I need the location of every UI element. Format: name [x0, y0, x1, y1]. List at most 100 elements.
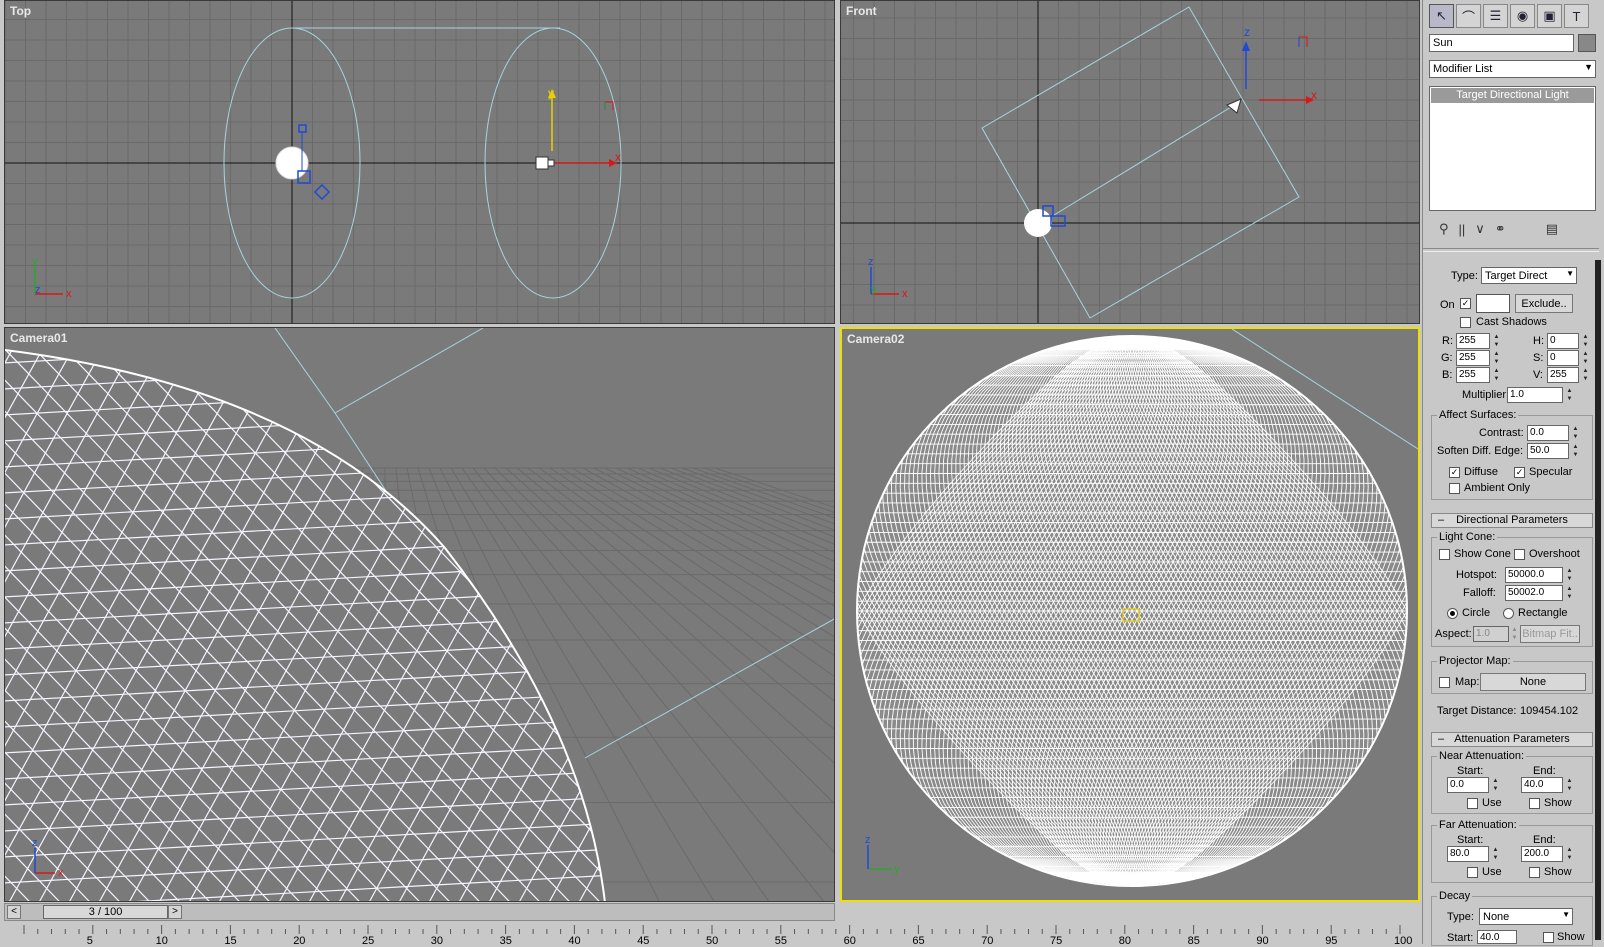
- viewport-label-top[interactable]: Top: [10, 4, 31, 18]
- display-tab[interactable]: ▣: [1537, 4, 1562, 28]
- modifier-stack[interactable]: Target Directional Light: [1429, 86, 1596, 211]
- spinner-arrows-icon[interactable]: ▲ ▼: [1565, 846, 1574, 862]
- configure-sets-icon[interactable]: ▤: [1546, 221, 1558, 237]
- viewport-top[interactable]: Top y x x y z: [4, 0, 835, 324]
- hierarchy-tab[interactable]: ☰: [1483, 4, 1508, 28]
- attenuation-params-rollout[interactable]: – Attenuation Parameters: [1431, 732, 1593, 747]
- ambient-only-checkbox[interactable]: [1449, 483, 1460, 494]
- rectangle-radio[interactable]: [1503, 608, 1514, 619]
- far-start-label: Start:: [1457, 834, 1484, 846]
- decay-title: Decay: [1437, 890, 1473, 902]
- spinner-arrows-icon[interactable]: ▲ ▼: [1565, 585, 1574, 601]
- viewport-camera02[interactable]: Camera02 y z: [840, 327, 1420, 902]
- contrast-spinner[interactable]: 0.0: [1527, 425, 1569, 441]
- h-spinner[interactable]: 0: [1547, 333, 1579, 349]
- v-spinner[interactable]: 255: [1547, 367, 1579, 383]
- viewport-label-camera01[interactable]: Camera01: [10, 331, 67, 345]
- overshoot-checkbox[interactable]: [1514, 549, 1525, 560]
- exclude-button[interactable]: Exclude..: [1515, 294, 1573, 313]
- far-use-checkbox[interactable]: [1467, 867, 1478, 878]
- bitmap-fit-button[interactable]: Bitmap Fit..: [1520, 625, 1580, 643]
- multiplier-spinner[interactable]: 1.0: [1507, 387, 1563, 403]
- falloff-spinner[interactable]: 50002.0: [1505, 585, 1563, 601]
- spinner-arrows-icon[interactable]: ▲ ▼: [1581, 333, 1590, 349]
- spinner-arrows-icon[interactable]: ▲ ▼: [1565, 387, 1574, 403]
- r-spinner[interactable]: 255: [1456, 333, 1490, 349]
- motion-tab[interactable]: ◉: [1510, 4, 1535, 28]
- specular-checkbox[interactable]: ✓: [1514, 467, 1525, 478]
- spinner-arrows-icon[interactable]: ▲ ▼: [1571, 443, 1580, 459]
- near-end-spinner[interactable]: 40.0: [1521, 777, 1563, 793]
- panel-scrollbar[interactable]: [1595, 260, 1601, 940]
- camera-target-icon[interactable]: [535, 156, 549, 170]
- spinner-arrows-icon[interactable]: ▲ ▼: [1571, 425, 1580, 441]
- g-label: G:: [1441, 352, 1453, 364]
- light-cone-title: Light Cone:: [1437, 531, 1498, 543]
- collapse-icon: –: [1438, 514, 1445, 526]
- modifier-list-dropdown[interactable]: Modifier List ▼: [1429, 60, 1596, 78]
- light-target-icon[interactable]: [1226, 98, 1242, 114]
- spinner-arrows-icon[interactable]: ▲ ▼: [1510, 626, 1519, 642]
- light-color-swatch[interactable]: [1476, 294, 1510, 313]
- r-label: R:: [1442, 335, 1453, 347]
- viewport-front[interactable]: Front z x x z y: [840, 0, 1420, 324]
- directional-params-rollout[interactable]: – Directional Parameters: [1431, 513, 1593, 528]
- spinner-arrows-icon[interactable]: ▲ ▼: [1491, 846, 1500, 862]
- s-spinner[interactable]: 0: [1547, 350, 1579, 366]
- projector-map-button[interactable]: None: [1480, 673, 1586, 691]
- decay-show-checkbox[interactable]: [1543, 932, 1554, 943]
- svg-text:z: z: [1244, 25, 1250, 39]
- decay-start-spinner[interactable]: 40.0: [1477, 930, 1517, 944]
- light-on-checkbox[interactable]: ✓: [1460, 298, 1471, 309]
- spinner-arrows-icon[interactable]: ▲ ▼: [1581, 350, 1590, 366]
- light-type-dropdown[interactable]: Target Direct ▼: [1481, 267, 1577, 284]
- near-start-label: Start:: [1457, 765, 1484, 777]
- near-start-spinner[interactable]: 0.0: [1447, 777, 1489, 793]
- create-tab[interactable]: ↖: [1429, 4, 1454, 28]
- sun-sphere-front[interactable]: [1024, 209, 1052, 237]
- object-color-swatch[interactable]: [1578, 34, 1596, 52]
- svg-text:y: y: [871, 284, 877, 296]
- spinner-arrows-icon[interactable]: ▲ ▼: [1491, 777, 1500, 793]
- far-end-spinner[interactable]: 200.0: [1521, 846, 1563, 862]
- b-spinner[interactable]: 255: [1456, 367, 1490, 383]
- spinner-arrows-icon[interactable]: ▲ ▼: [1492, 350, 1501, 366]
- object-name-field[interactable]: Sun: [1429, 34, 1574, 52]
- make-unique-icon[interactable]: ∨: [1475, 221, 1485, 237]
- spinner-arrows-icon[interactable]: ▲ ▼: [1492, 367, 1501, 383]
- near-show-checkbox[interactable]: [1529, 798, 1540, 809]
- spinner-arrows-icon[interactable]: ▲ ▼: [1565, 567, 1574, 583]
- aspect-spinner[interactable]: 1.0: [1473, 626, 1509, 642]
- hotspot-spinner[interactable]: 50000.0: [1505, 567, 1563, 583]
- far-show-checkbox[interactable]: [1529, 867, 1540, 878]
- h-label: H:: [1533, 335, 1544, 347]
- diffuse-checkbox[interactable]: ✓: [1449, 467, 1460, 478]
- stack-item-target-directional-light[interactable]: Target Directional Light: [1431, 88, 1594, 103]
- spinner-arrows-icon[interactable]: ▲ ▼: [1492, 333, 1501, 349]
- pin-stack-icon[interactable]: ⚲: [1439, 221, 1449, 237]
- soften-spinner[interactable]: 50.0: [1527, 443, 1569, 459]
- remove-modifier-icon[interactable]: ⚭: [1495, 221, 1506, 237]
- viewport-label-front[interactable]: Front: [846, 4, 877, 18]
- decay-type-dropdown[interactable]: None ▼: [1479, 908, 1573, 925]
- modify-tab[interactable]: ⌒: [1456, 4, 1481, 28]
- utilities-icon: T: [1572, 8, 1581, 24]
- near-use-checkbox[interactable]: [1467, 798, 1478, 809]
- viewport-camera01[interactable]: Camera01 x z: [4, 327, 835, 902]
- show-end-result-icon[interactable]: ||: [1459, 222, 1466, 237]
- map-checkbox[interactable]: [1439, 677, 1450, 688]
- spinner-arrows-icon[interactable]: ▲ ▼: [1581, 367, 1590, 383]
- cast-shadows-label: Cast Shadows: [1476, 316, 1547, 328]
- spinner-arrows-icon[interactable]: ▲ ▼: [1565, 777, 1574, 793]
- viewport-label-camera02[interactable]: Camera02: [847, 332, 904, 346]
- near-attenuation-title: Near Attenuation:: [1437, 750, 1527, 762]
- g-spinner[interactable]: 255: [1456, 350, 1490, 366]
- cast-shadows-checkbox[interactable]: [1460, 317, 1471, 328]
- show-cone-checkbox[interactable]: [1439, 549, 1450, 560]
- circle-radio[interactable]: [1447, 608, 1458, 619]
- utilities-tab[interactable]: T: [1564, 4, 1589, 28]
- sun-sphere[interactable]: [275, 146, 309, 180]
- timeline-tick-label: 25: [362, 935, 375, 947]
- planet-wireframe-closeup[interactable]: [5, 350, 605, 902]
- far-start-spinner[interactable]: 80.0: [1447, 846, 1489, 862]
